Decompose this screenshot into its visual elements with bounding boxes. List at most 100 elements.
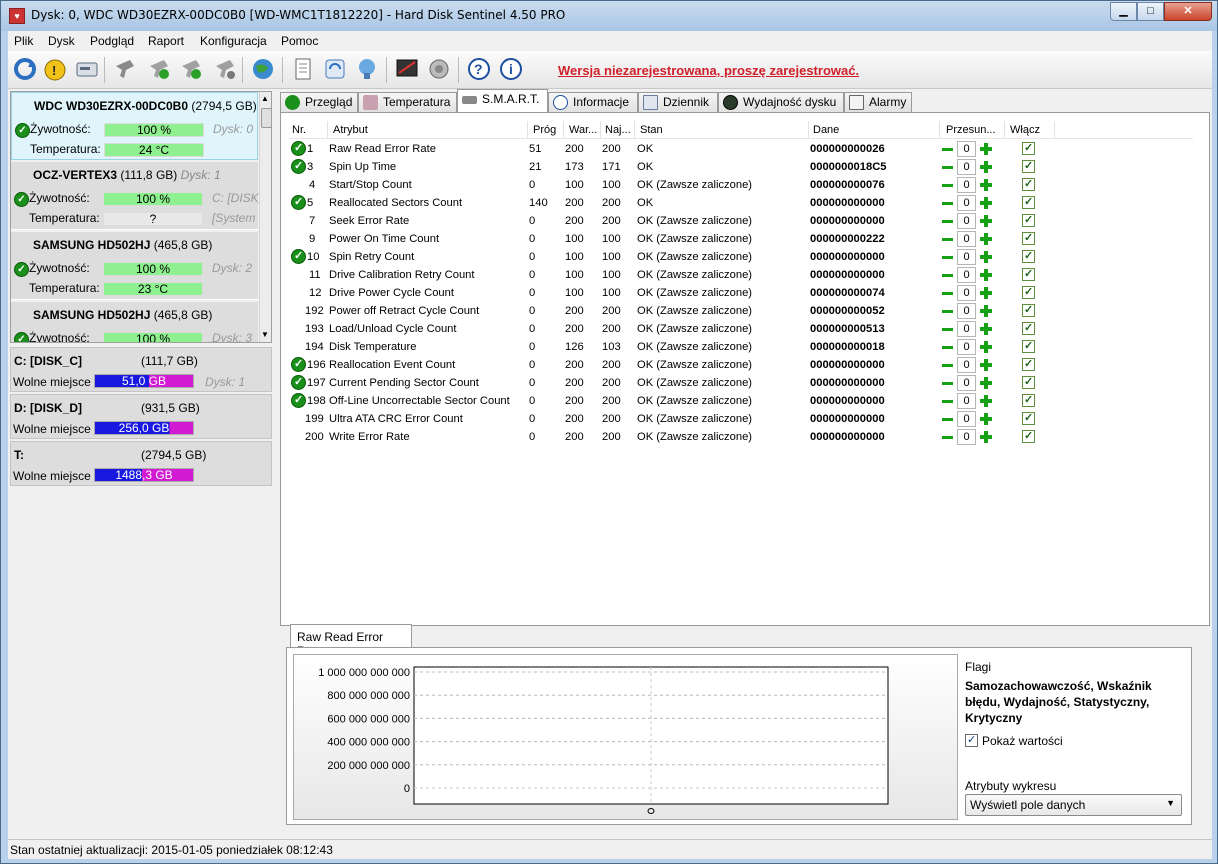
enable-checkbox[interactable] (1022, 231, 1035, 245)
table-row[interactable]: 192 Power off Retract Cycle Count 0 200 200 O… (289, 302, 1193, 320)
minus-icon[interactable] (940, 341, 954, 354)
performance-icon[interactable] (394, 56, 420, 82)
minimize-button[interactable]: ▁ (1110, 2, 1137, 21)
sync-icon[interactable] (322, 56, 348, 82)
disk-item-3[interactable]: SAMSUNG HD502HJ (465,8 GB) ✓ Żywotność: … (11, 302, 258, 342)
offset-value[interactable]: 0 (957, 213, 976, 229)
menu-podglad[interactable]: Podgląd (90, 34, 134, 48)
offset-value[interactable]: 0 (957, 357, 976, 373)
maximize-button[interactable]: □ (1137, 2, 1164, 21)
minus-icon[interactable] (940, 161, 954, 174)
enable-checkbox[interactable] (1022, 267, 1035, 281)
offset-value[interactable]: 0 (957, 411, 976, 427)
enable-checkbox[interactable] (1022, 195, 1035, 209)
scroll-up-icon[interactable]: ▲ (261, 94, 269, 103)
show-values-checkbox[interactable]: Pokaż wartości (965, 733, 1063, 748)
minus-icon[interactable] (940, 431, 954, 444)
refresh-icon[interactable] (12, 56, 38, 82)
disk-item-2[interactable]: SAMSUNG HD502HJ (465,8 GB) ✓ Żywotność: … (11, 232, 258, 300)
network-icon[interactable] (354, 56, 380, 82)
enable-checkbox[interactable] (1022, 393, 1035, 407)
plus-icon[interactable] (979, 394, 993, 408)
offset-stepper[interactable]: 0 (940, 429, 1025, 445)
volume-item-c[interactable]: C: [DISK_C] (111,7 GB) Wolne miejsce 51,… (10, 347, 272, 392)
plus-icon[interactable] (979, 250, 993, 264)
enable-checkbox[interactable] (1022, 303, 1035, 317)
col-atrybut[interactable]: Atrybut (333, 124, 368, 136)
plus-icon[interactable] (979, 142, 993, 156)
col-stan[interactable]: Stan (640, 124, 663, 136)
globe-icon[interactable] (250, 56, 276, 82)
enable-checkbox[interactable] (1022, 141, 1035, 155)
plus-icon[interactable] (979, 376, 993, 390)
plus-icon[interactable] (979, 322, 993, 336)
offset-stepper[interactable]: 0 (940, 141, 1025, 157)
offset-stepper[interactable]: 0 (940, 411, 1025, 427)
offset-stepper[interactable]: 0 (940, 159, 1025, 175)
scroll-down-icon[interactable]: ▼ (261, 330, 269, 339)
disk-item-1[interactable]: OCZ-VERTEX3 (111,8 GB) Dysk: 1 ✓ Żywotno… (11, 162, 265, 230)
minus-icon[interactable] (940, 215, 954, 228)
table-row[interactable]: 200 Write Error Rate 0 200 200 OK (Zawsze zal… (289, 428, 1193, 446)
disk-item-0[interactable]: WDC WD30EZRX-00DC0B0 (2794,5 GB) ✓ Żywot… (11, 92, 258, 160)
offset-value[interactable]: 0 (957, 429, 976, 445)
table-row[interactable]: 197Current Pending Sector Count 0 200 200 OK… (289, 374, 1193, 392)
scroll-thumb[interactable] (261, 108, 271, 128)
offset-value[interactable]: 0 (957, 375, 976, 391)
table-row[interactable]: 1Raw Read Error Rate51200200OK0000000000… (289, 140, 1193, 158)
minus-icon[interactable] (940, 269, 954, 282)
disk-list-scrollbar[interactable]: ▲ ▼ (259, 92, 271, 342)
offset-value[interactable]: 0 (957, 285, 976, 301)
offset-value[interactable]: 0 (957, 141, 976, 157)
help-icon[interactable]: ? (466, 56, 492, 82)
minus-icon[interactable] (940, 305, 954, 318)
offset-value[interactable]: 0 (957, 303, 976, 319)
checkbox-checked-icon[interactable] (965, 733, 978, 747)
plus-icon[interactable] (979, 340, 993, 354)
plus-icon[interactable] (979, 232, 993, 246)
table-row[interactable]: 12 Drive Power Cycle Count 0 100 100 OK (Zaws… (289, 284, 1193, 302)
offset-stepper[interactable]: 0 (940, 213, 1025, 229)
offset-stepper[interactable]: 0 (940, 267, 1025, 283)
drive-check-icon[interactable] (146, 56, 172, 82)
table-row[interactable]: 3 Spin Up Time 21 173 171 OK 0000000018C5 0 (289, 158, 1193, 176)
plus-icon[interactable] (979, 412, 993, 426)
tab-przeglad[interactable]: Przegląd (280, 92, 358, 113)
tab-alarmy[interactable]: Alarmy (844, 92, 912, 113)
plus-icon[interactable] (979, 196, 993, 210)
volume-item-d[interactable]: D: [DISK_D] (931,5 GB) Wolne miejsce 256… (10, 394, 272, 439)
offset-value[interactable]: 0 (957, 267, 976, 283)
offset-value[interactable]: 0 (957, 249, 976, 265)
tab-wydajnosc[interactable]: Wydajność dysku (718, 92, 844, 113)
enable-checkbox[interactable] (1022, 339, 1035, 353)
tab-temperatura[interactable]: Temperatura (358, 92, 457, 113)
offset-stepper[interactable]: 0 (940, 177, 1025, 193)
enable-checkbox[interactable] (1022, 285, 1035, 299)
table-row[interactable]: 5Reallocated Sectors Count140200200OK000… (289, 194, 1193, 212)
minus-icon[interactable] (940, 323, 954, 336)
tab-informacje[interactable]: Informacje (548, 92, 638, 113)
offset-stepper[interactable]: 0 (940, 321, 1025, 337)
menu-raport[interactable]: Raport (148, 34, 184, 48)
minus-icon[interactable] (940, 197, 954, 210)
plus-icon[interactable] (979, 214, 993, 228)
offset-stepper[interactable]: 0 (940, 195, 1025, 211)
minus-icon[interactable] (940, 179, 954, 192)
chart-attrs-select[interactable]: Wyświetl pole danych ▼ (965, 794, 1182, 816)
col-przesuniecie[interactable]: Przesun... (946, 124, 996, 136)
disk-info-icon[interactable] (74, 56, 100, 82)
minus-icon[interactable] (940, 287, 954, 300)
enable-checkbox[interactable] (1022, 177, 1035, 191)
table-row[interactable]: 10 Spin Retry Count 0 100 100 OK (Zawsze zali… (289, 248, 1193, 266)
minus-icon[interactable] (940, 395, 954, 408)
plus-icon[interactable] (979, 160, 993, 174)
col-wlacz[interactable]: Włącz (1010, 124, 1040, 136)
minus-icon[interactable] (940, 251, 954, 264)
enable-checkbox[interactable] (1022, 375, 1035, 389)
menu-dysk[interactable]: Dysk (48, 34, 75, 48)
drive-ok-icon[interactable] (178, 56, 204, 82)
plus-icon[interactable] (979, 178, 993, 192)
plus-icon[interactable] (979, 304, 993, 318)
col-dane[interactable]: Dane (813, 124, 839, 136)
title-bar[interactable]: ♥ Dysk: 0, WDC WD30EZRX-00DC0B0 [WD-WMC1… (1, 1, 1217, 31)
